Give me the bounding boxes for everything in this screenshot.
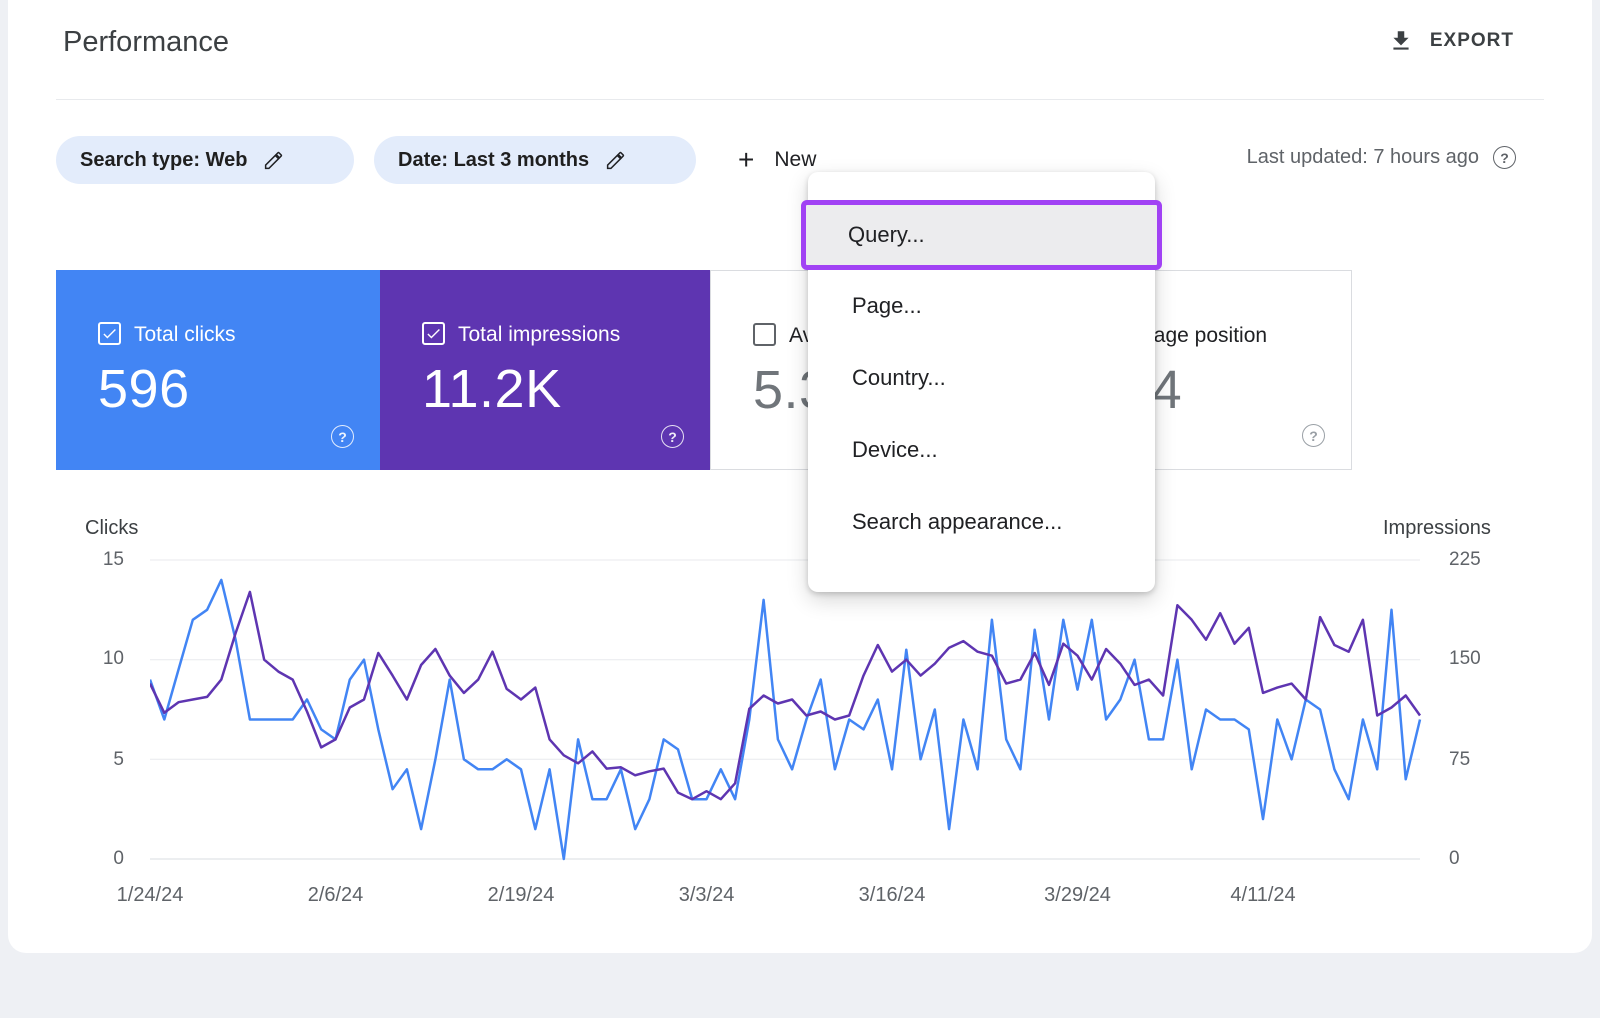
- date-range-chip-label: Date: Last 3 months: [398, 149, 589, 172]
- xtick-label: 4/11/24: [1230, 884, 1295, 907]
- xtick-label: 3/3/24: [679, 884, 735, 907]
- menu-item-device[interactable]: Device...: [808, 414, 1155, 486]
- average-ctr-checkbox[interactable]: [753, 323, 776, 346]
- help-icon[interactable]: ?: [331, 425, 354, 448]
- menu-item-page[interactable]: Page...: [808, 270, 1155, 342]
- pencil-icon: [605, 150, 626, 171]
- series-line-clicks: [150, 580, 1420, 859]
- search-type-chip-label: Search type: Web: [80, 149, 247, 172]
- dropdown-item-list: Page... Country... Device... Search appe…: [808, 270, 1155, 558]
- date-range-chip[interactable]: Date: Last 3 months: [374, 136, 696, 184]
- left-ytick: 15: [58, 549, 124, 571]
- help-icon[interactable]: ?: [661, 425, 684, 448]
- right-ytick: 0: [1449, 848, 1515, 870]
- menu-item-search-appearance-label: Search appearance...: [852, 509, 1062, 535]
- xtick-label: 3/29/24: [1044, 884, 1111, 907]
- metric-card-total-impressions[interactable]: Total impressions 11.2K ?: [380, 270, 710, 470]
- right-ytick: 75: [1449, 749, 1515, 771]
- menu-item-search-appearance[interactable]: Search appearance...: [808, 486, 1155, 558]
- total-clicks-value: 596: [98, 358, 190, 420]
- download-icon: [1388, 28, 1414, 54]
- new-filter-label: New: [774, 148, 816, 172]
- series-line-impressions: [150, 592, 1420, 799]
- help-icon[interactable]: ?: [1302, 424, 1325, 447]
- search-type-chip[interactable]: Search type: Web: [56, 136, 354, 184]
- page-title: Performance: [63, 26, 229, 59]
- right-axis-title: Impressions: [1383, 517, 1491, 540]
- last-updated: Last updated: 7 hours ago ?: [1247, 146, 1516, 169]
- menu-item-query[interactable]: Query...: [801, 200, 1162, 270]
- menu-item-page-label: Page...: [852, 293, 922, 319]
- menu-item-country-label: Country...: [852, 365, 946, 391]
- menu-item-device-label: Device...: [852, 437, 938, 463]
- xtick-label: 2/6/24: [308, 884, 364, 907]
- total-impressions-value: 11.2K: [422, 358, 562, 420]
- total-clicks-label: Total clicks: [134, 323, 236, 347]
- export-button[interactable]: EXPORT: [1388, 28, 1514, 54]
- left-ytick: 5: [58, 749, 124, 771]
- last-updated-text: Last updated: 7 hours ago: [1247, 146, 1479, 169]
- performance-chart: [150, 548, 1422, 864]
- total-impressions-label: Total impressions: [458, 323, 620, 347]
- left-ytick: 0: [58, 848, 124, 870]
- metric-card-total-clicks[interactable]: Total clicks 596 ?: [56, 270, 380, 470]
- pencil-icon: [263, 150, 284, 171]
- menu-item-country[interactable]: Country...: [808, 342, 1155, 414]
- new-filter-dropdown-menu: Query... Page... Country... Device... Se…: [808, 172, 1155, 592]
- plus-icon: +: [738, 146, 754, 174]
- help-icon[interactable]: ?: [1493, 146, 1516, 169]
- xtick-label: 3/16/24: [859, 884, 926, 907]
- header-divider: [56, 99, 1544, 100]
- right-ytick: 225: [1449, 549, 1515, 571]
- left-axis-title: Clicks: [85, 517, 138, 540]
- xtick-label: 2/19/24: [488, 884, 555, 907]
- export-label: EXPORT: [1430, 30, 1514, 52]
- menu-item-query-label: Query...: [848, 222, 925, 248]
- xtick-label: 1/24/24: [117, 884, 184, 907]
- left-ytick: 10: [58, 648, 124, 670]
- right-ytick: 150: [1449, 648, 1515, 670]
- performance-page: Performance EXPORT Search type: Web Date…: [0, 0, 1600, 1018]
- total-impressions-checkbox[interactable]: [422, 322, 445, 345]
- total-clicks-checkbox[interactable]: [98, 322, 121, 345]
